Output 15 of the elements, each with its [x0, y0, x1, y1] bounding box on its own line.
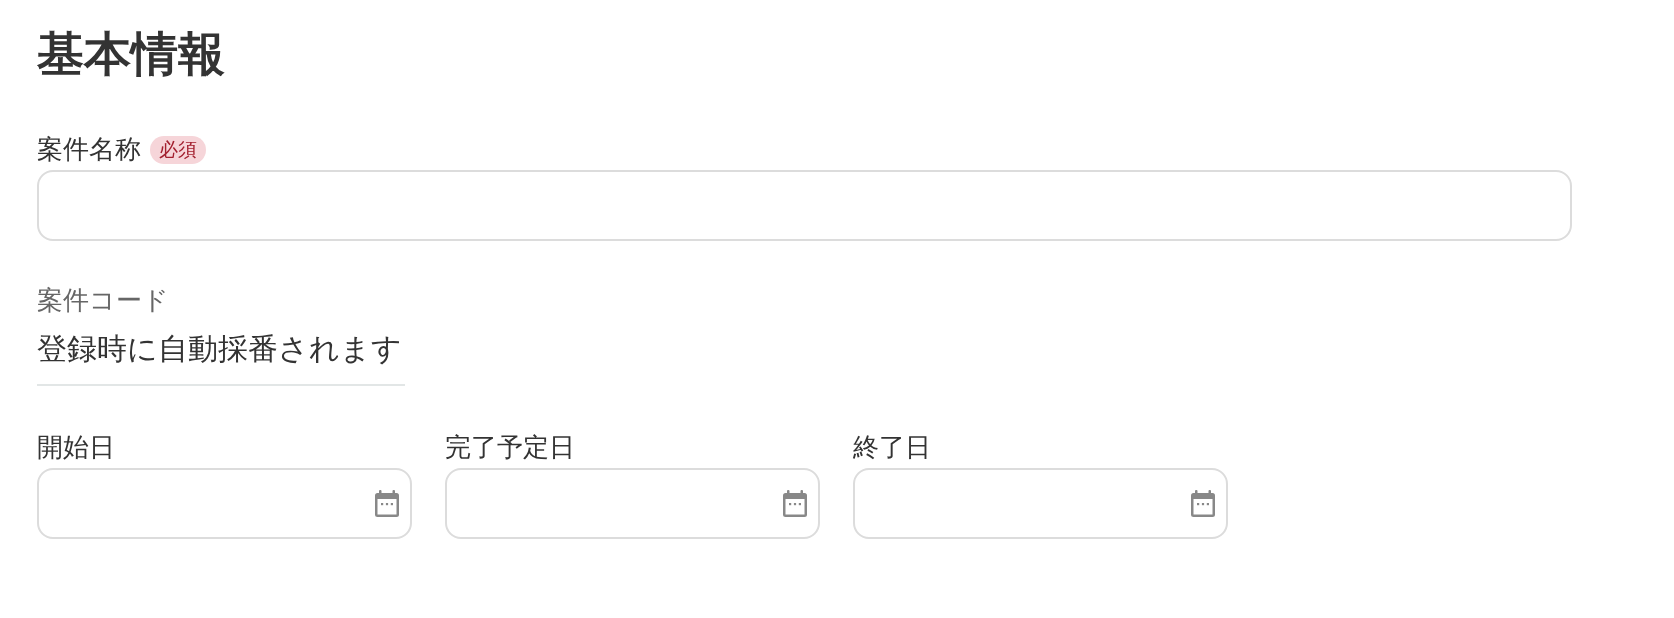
- field-label: 終了日: [853, 431, 931, 465]
- date-input[interactable]: [37, 468, 412, 540]
- field-label: 完了予定日: [445, 431, 575, 465]
- field-label: 案件名称: [37, 133, 141, 167]
- calendar-icon[interactable]: [783, 490, 807, 518]
- date-input[interactable]: [853, 468, 1228, 540]
- calendar-icon[interactable]: [375, 490, 399, 518]
- section-title: 基本情報: [37, 26, 226, 82]
- calendar-icon[interactable]: [1191, 490, 1215, 518]
- readonly-value: 登録時に自動採番されます: [37, 329, 405, 387]
- field-label: 開始日: [37, 431, 115, 465]
- required-badge: 必須: [150, 135, 206, 164]
- text-input[interactable]: [37, 170, 1572, 242]
- field-label: 案件コード: [37, 284, 169, 318]
- date-input[interactable]: [445, 468, 820, 540]
